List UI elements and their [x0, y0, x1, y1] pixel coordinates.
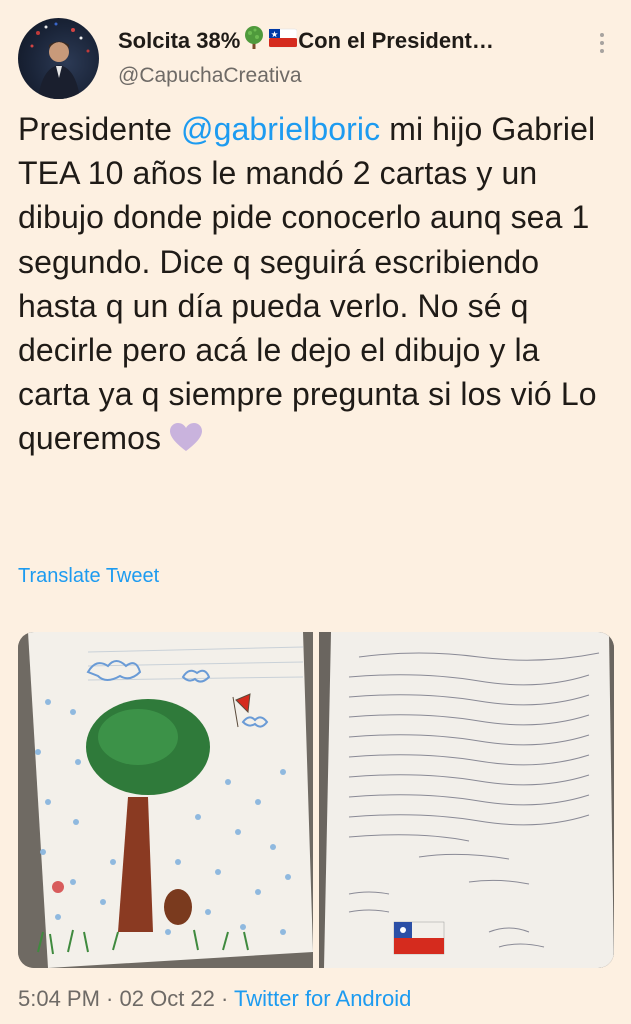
chile-flag-icon [269, 27, 298, 55]
display-name-suffix: Con el President… [298, 28, 494, 53]
avatar[interactable] [18, 18, 99, 99]
tweet-date[interactable]: 02 Oct 22 [120, 986, 215, 1011]
mention-link[interactable]: @gabrielboric [181, 111, 380, 147]
tree-icon [241, 26, 267, 56]
tweet-time[interactable]: 5:04 PM [18, 986, 100, 1011]
letter-photo[interactable] [319, 632, 614, 968]
purple-heart-icon [170, 420, 203, 452]
display-name-text: Solcita 38% [118, 28, 241, 53]
tweet-timestamp: 5:04 PM · 02 Oct 22 · Twitter for Androi… [18, 986, 411, 1012]
separator: · [99, 986, 120, 1011]
user-handle[interactable]: @CapuchaCreativa [118, 64, 302, 88]
tweet-text: Presidente @gabrielboric mi hijo Gabriel… [18, 107, 618, 461]
tweet-text-start: Presidente [18, 111, 181, 147]
more-options-icon[interactable] [592, 30, 612, 56]
separator: · [214, 986, 235, 1011]
display-name[interactable]: Solcita 38% Con el President… [118, 26, 588, 56]
tweet-source-link[interactable]: Twitter for Android [234, 986, 411, 1011]
translate-tweet-link[interactable]: Translate Tweet [18, 565, 159, 588]
tweet-text-body: mi hijo Gabriel TEA 10 años le mandó 2 c… [18, 111, 597, 457]
drawing-photo[interactable] [18, 632, 313, 968]
media-gallery [18, 632, 614, 968]
